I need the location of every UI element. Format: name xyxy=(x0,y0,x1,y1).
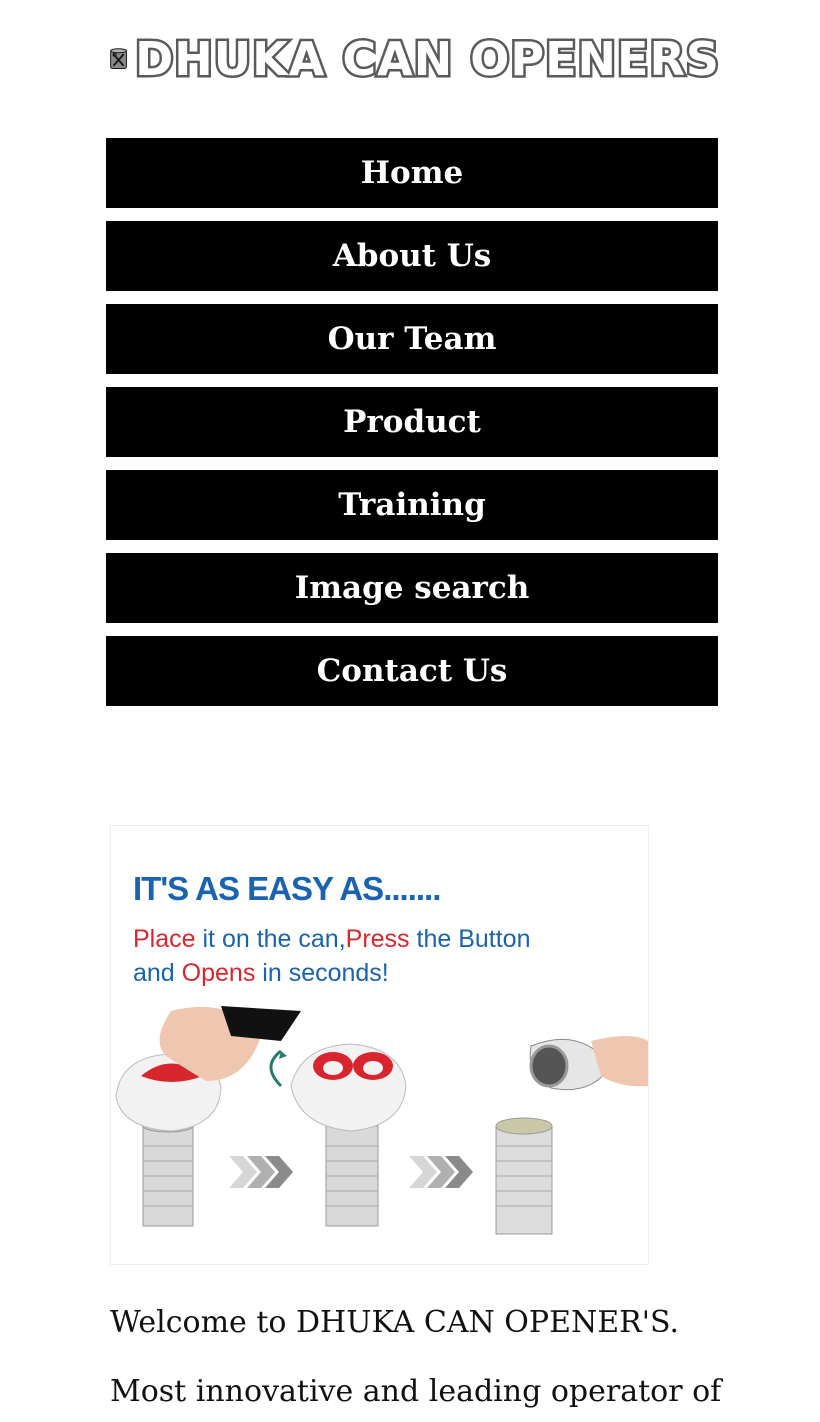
rotate-arrow-icon xyxy=(269,1049,283,1088)
welcome-text: Welcome to DHUKA CAN OPENER'S. xyxy=(110,1305,679,1340)
can-with-opener-illustration xyxy=(115,1006,301,1227)
nav-our-team[interactable]: Our Team xyxy=(106,304,718,374)
can-opener-top-view-illustration xyxy=(290,1043,407,1227)
promo-line-1: Place it on the can,Press the Button xyxy=(133,925,531,953)
nav-image-search[interactable]: Image search xyxy=(106,553,718,623)
main-nav: Home About Us Our Team Product Training … xyxy=(106,138,718,706)
nav-training[interactable]: Training xyxy=(106,470,718,540)
nav-about-us[interactable]: About Us xyxy=(106,221,718,291)
nav-contact-us[interactable]: Contact Us xyxy=(106,636,718,706)
site-brand[interactable]: DHUKA CAN OPENERS xyxy=(133,30,722,89)
nav-home[interactable]: Home xyxy=(106,138,718,208)
promo-image: IT'S AS EASY AS....... Place it on the c… xyxy=(110,825,649,1265)
promo-headline: IT'S AS EASY AS....... xyxy=(133,870,440,907)
intro-text: Most innovative and leading operator of xyxy=(110,1374,722,1409)
can-opener-icon xyxy=(110,48,127,70)
opened-can-illustration xyxy=(495,1036,648,1235)
site-header: DHUKA CAN OPENERS xyxy=(110,24,722,94)
promo-line-2: and Opens in seconds! xyxy=(133,959,389,987)
nav-product[interactable]: Product xyxy=(106,387,718,457)
